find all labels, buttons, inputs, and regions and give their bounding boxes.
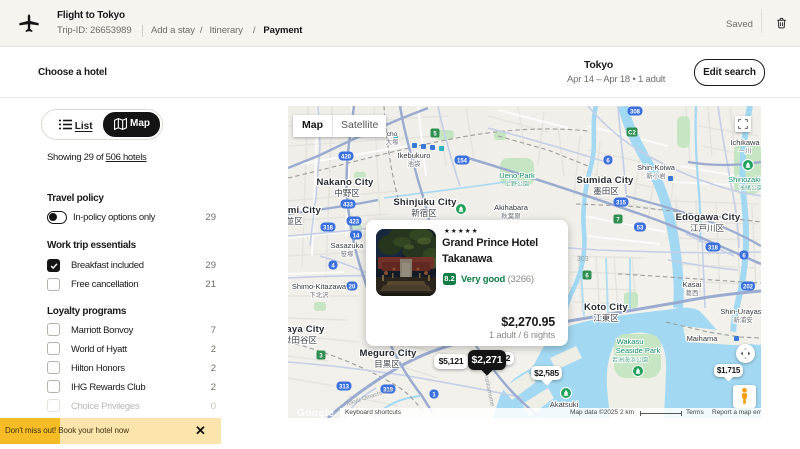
svg-text:葛西: 葛西 [686,288,700,297]
svg-text:Wakasu: Wakasu [617,337,644,346]
svg-text:新浦安: 新浦安 [733,315,753,324]
svg-text:433: 433 [343,202,354,208]
svg-text:14: 14 [353,233,360,239]
svg-text:江東区: 江東区 [593,313,619,323]
svg-text:53: 53 [637,225,644,231]
svg-text:154: 154 [457,158,468,164]
svg-text:Sasazuka: Sasazuka [331,241,365,250]
svg-text:C2: C2 [628,130,636,136]
svg-text:303: 303 [577,256,589,263]
svg-text:Koto City: Koto City [584,302,629,313]
svg-text:杉並区: 杉並区 [288,216,303,226]
svg-text:Seaside Park: Seaside Park [616,346,661,355]
svg-text:新宿区: 新宿区 [411,208,437,218]
svg-text:Shin-Urayasu: Shin-Urayasu [720,307,761,316]
svg-text:中野区: 中野区 [334,188,360,198]
svg-text:Akihabara: Akihabara [494,203,529,212]
svg-text:Kasai: Kasai [683,280,702,289]
svg-text:308: 308 [630,109,641,115]
svg-text:墨田区: 墨田区 [593,186,619,196]
svg-text:202: 202 [743,284,754,290]
svg-text:池袋: 池袋 [408,159,422,168]
svg-text:若洲海浜公園: 若洲海浜公園 [612,356,648,364]
svg-text:423: 423 [349,219,360,225]
svg-text:江戸川区: 江戸川区 [690,223,725,233]
svg-text:大塚: 大塚 [386,137,400,146]
svg-text:笹塚: 笹塚 [341,249,355,258]
svg-text:313: 313 [339,384,350,390]
svg-text:318: 318 [708,245,719,251]
svg-text:Meguro City: Meguro City [359,348,417,359]
svg-text:20: 20 [349,284,356,290]
svg-text:Shimo-Kitazawa: Shimo-Kitazawa [292,282,347,291]
svg-text:Shinjuku City: Shinjuku City [393,197,457,208]
svg-text:Maihama: Maihama [687,334,719,343]
svg-text:Setagaya City: Setagaya City [288,324,325,335]
svg-text:浅緒公園: 浅緒公園 [739,184,761,192]
svg-text:Sumida City: Sumida City [576,175,634,186]
svg-text:cho: cho [387,131,398,138]
svg-text:世田谷区: 世田谷区 [288,335,317,345]
svg-text:Nakano City: Nakano City [316,177,374,188]
svg-text:Shinozaki Pa: Shinozaki Pa [728,175,761,184]
svg-text:上野公園: 上野公園 [505,180,529,188]
svg-text:Edogawa City: Edogawa City [676,212,741,223]
svg-text:318: 318 [323,225,334,231]
svg-text:Google: Google [297,408,334,418]
svg-text:下北沢: 下北沢 [309,290,329,299]
svg-text:315: 315 [616,200,627,206]
svg-text:一川: 一川 [739,148,752,155]
svg-text:Ueno Park: Ueno Park [499,171,535,180]
svg-text:Ichikawa: Ichikawa [730,138,760,147]
svg-text:420: 420 [341,154,352,160]
svg-text:秋葉原: 秋葉原 [501,211,521,220]
svg-text:目黒区: 目黒区 [374,359,400,369]
svg-text:Shin-Koiwa: Shin-Koiwa [637,163,676,172]
svg-text:Ikebukuro: Ikebukuro [398,151,431,160]
svg-text:新小岩: 新小岩 [646,171,666,180]
svg-text:Suginami City: Suginami City [288,205,321,216]
